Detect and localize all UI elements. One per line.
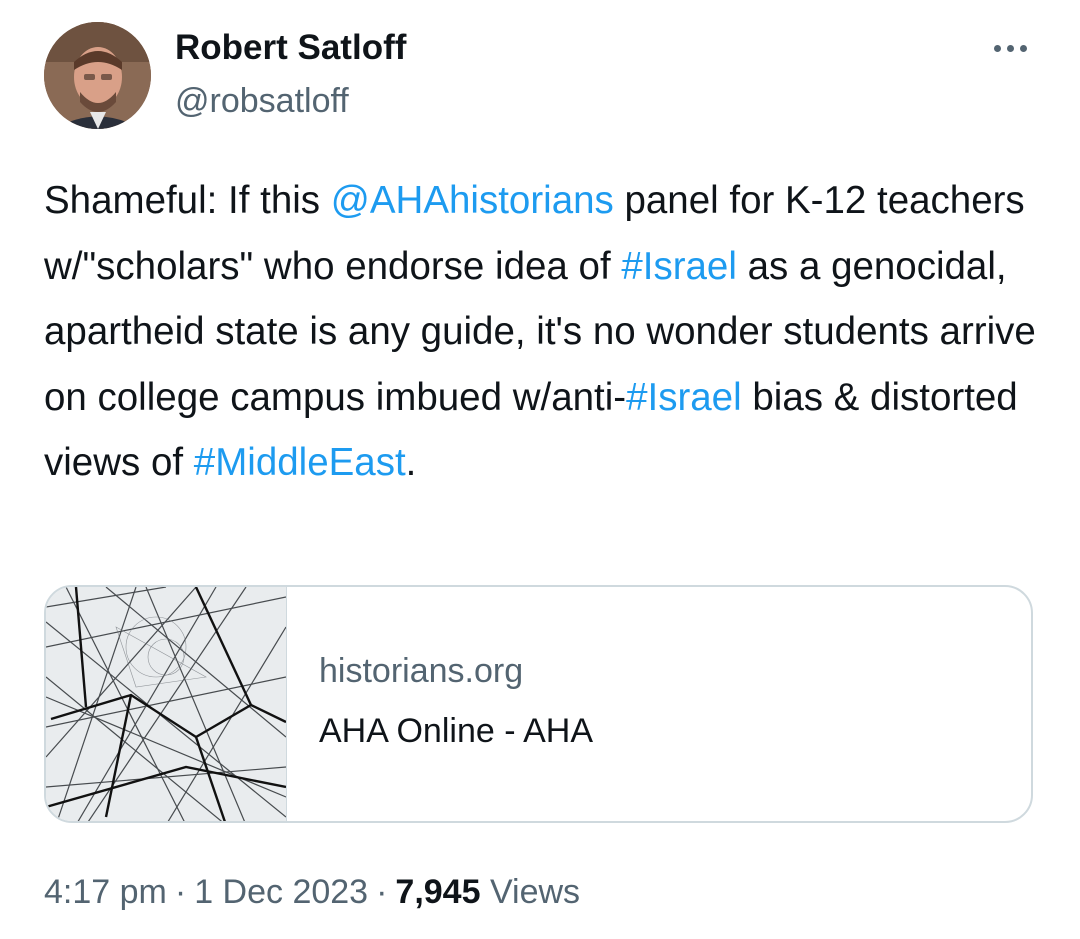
profile-photo-icon xyxy=(44,22,151,129)
more-dots-icon[interactable] xyxy=(986,28,1034,68)
link-card-domain: historians.org xyxy=(319,652,524,690)
hashtag-link[interactable]: #Israel xyxy=(626,376,742,419)
tweet-time[interactable]: 4:17 pm xyxy=(44,873,167,911)
hashtag-link[interactable]: #MiddleEast xyxy=(194,441,406,484)
tweet-text: Shameful: If this @AHAhistorians panel f… xyxy=(44,168,1039,496)
meta-separator: · xyxy=(376,873,388,911)
avatar[interactable] xyxy=(44,22,151,129)
dot xyxy=(993,44,1001,52)
tweet-text-segment: . xyxy=(405,441,417,484)
author-display-name[interactable]: Robert Satloff xyxy=(175,26,406,70)
tweet-meta: 4:17 pm · 1 Dec 2023 · 7,945 Views xyxy=(44,868,580,916)
views-label: Views xyxy=(489,873,581,911)
views-count[interactable]: 7,945 xyxy=(395,873,480,911)
tweet-text-segment: Shameful: If this xyxy=(44,179,331,222)
link-card-title: AHA Online - AHA xyxy=(319,712,594,750)
dot xyxy=(1019,44,1027,52)
network-lines-image xyxy=(46,587,287,821)
mention-link[interactable]: @AHAhistorians xyxy=(331,179,614,222)
hashtag-link[interactable]: #Israel xyxy=(621,245,737,288)
author-handle[interactable]: @robsatloff xyxy=(175,80,349,122)
link-preview-card[interactable]: historians.org AHA Online - AHA xyxy=(44,585,1033,823)
dot xyxy=(1006,44,1014,52)
tweet-date[interactable]: 1 Dec 2023 xyxy=(194,873,368,911)
link-card-text: historians.org AHA Online - AHA xyxy=(287,587,593,821)
meta-separator: · xyxy=(174,873,187,911)
